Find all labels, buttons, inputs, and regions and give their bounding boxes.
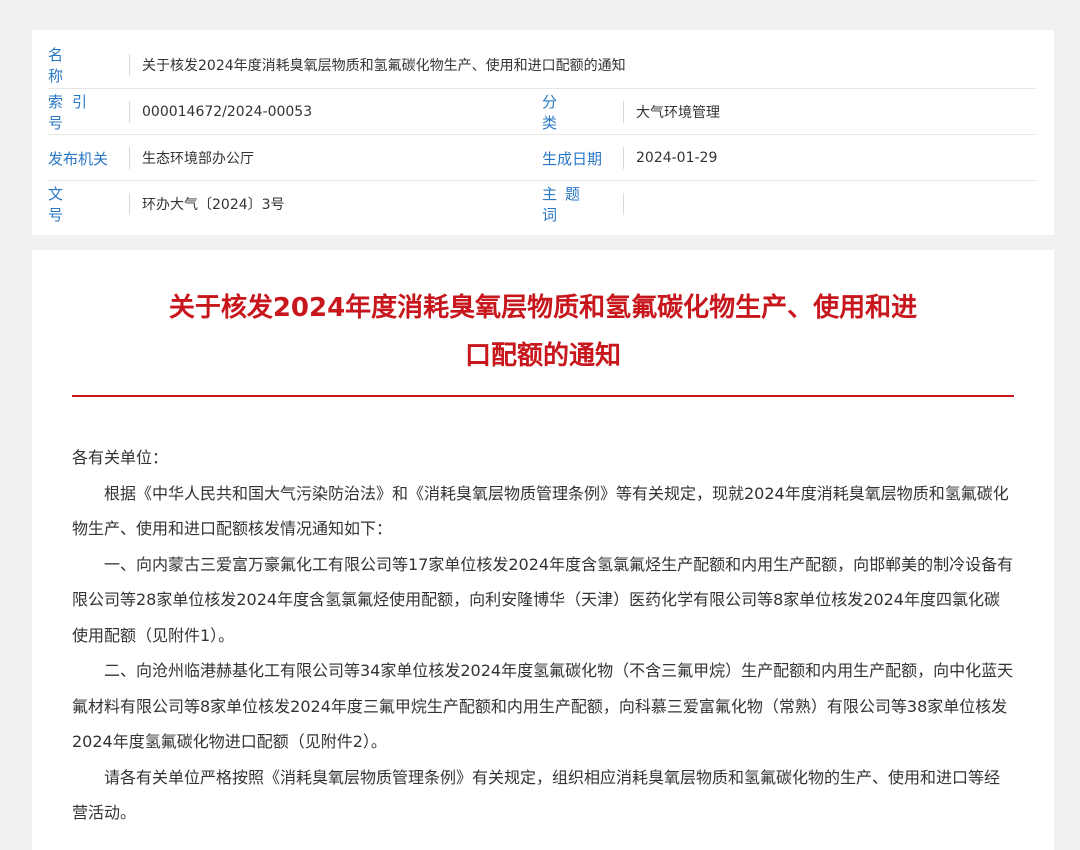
meta-row-name: 名称 关于核发2024年度消耗臭氧层物质和氢氟碳化物生产、使用和进口配额的通知 <box>48 42 1036 88</box>
meta-row-index: 索引号 000014672/2024-00053 分类 大气环境管理 <box>48 88 1036 135</box>
doc-no-label: 文号 <box>48 185 130 224</box>
salutation: 各有关单位： <box>72 448 169 467</box>
name-label: 名称 <box>48 46 130 85</box>
doc-no-value: 环办大气〔2024〕3号 <box>142 197 285 213</box>
date-label-text: 生成日期 <box>542 149 603 168</box>
category-label-text: 分类 <box>542 93 593 132</box>
article-title: 关于核发2024年度消耗臭氧层物质和氢氟碳化物生产、使用和进 口配额的通知 <box>72 284 1014 380</box>
keywords-label-text: 主题词 <box>542 185 589 224</box>
meta-row-doc-no: 文号 环办大气〔2024〕3号 主题词 <box>48 180 1036 227</box>
meta-row-issuer: 发布机关 生态环境部办公厅 生成日期 2024-01-29 <box>48 134 1036 181</box>
issuer-value: 生态环境部办公厅 <box>142 151 254 167</box>
issuer-label: 发布机关 <box>48 147 130 169</box>
paragraph-2: 一、向内蒙古三爱富万豪氟化工有限公司等17家单位核发2024年度含氢氯氟烃生产配… <box>72 554 1014 645</box>
category-value: 大气环境管理 <box>636 105 720 121</box>
article-title-line-1: 关于核发2024年度消耗臭氧层物质和氢氟碳化物生产、使用和进 <box>168 293 918 323</box>
index-label: 索引号 <box>48 93 130 132</box>
article-panel: 关于核发2024年度消耗臭氧层物质和氢氟碳化物生产、使用和进 口配额的通知 各有… <box>32 250 1054 850</box>
issuer-label-text: 发布机关 <box>48 149 109 168</box>
index-label-text: 索引号 <box>48 93 97 132</box>
name-value: 关于核发2024年度消耗臭氧层物质和氢氟碳化物生产、使用和进口配额的通知 <box>142 58 626 74</box>
name-label-text: 名称 <box>48 46 95 85</box>
keywords-label: 主题词 <box>542 185 624 224</box>
category-label: 分类 <box>542 93 624 132</box>
paragraph-4: 请各有关单位严格按照《消耗臭氧层物质管理条例》有关规定，组织相应消耗臭氧层物质和… <box>72 767 1001 823</box>
document-metadata-panel: 名称 关于核发2024年度消耗臭氧层物质和氢氟碳化物生产、使用和进口配额的通知 … <box>32 30 1054 235</box>
date-value: 2024-01-29 <box>636 150 718 166</box>
article-body: 各有关单位： 根据《中华人民共和国大气污染防治法》和《消耗臭氧层物质管理条例》等… <box>72 440 1014 831</box>
date-label: 生成日期 <box>542 147 624 169</box>
paragraph-1: 根据《中华人民共和国大气污染防治法》和《消耗臭氧层物质管理条例》等有关规定，现就… <box>72 483 1009 539</box>
paragraph-3: 二、向沧州临港赫基化工有限公司等34家单位核发2024年度氢氟碳化物（不含三氟甲… <box>72 661 1014 751</box>
title-divider <box>72 395 1014 397</box>
doc-no-label-text: 文号 <box>48 185 98 224</box>
index-value: 000014672/2024-00053 <box>142 104 313 120</box>
article-title-line-2: 口配额的通知 <box>464 341 621 371</box>
